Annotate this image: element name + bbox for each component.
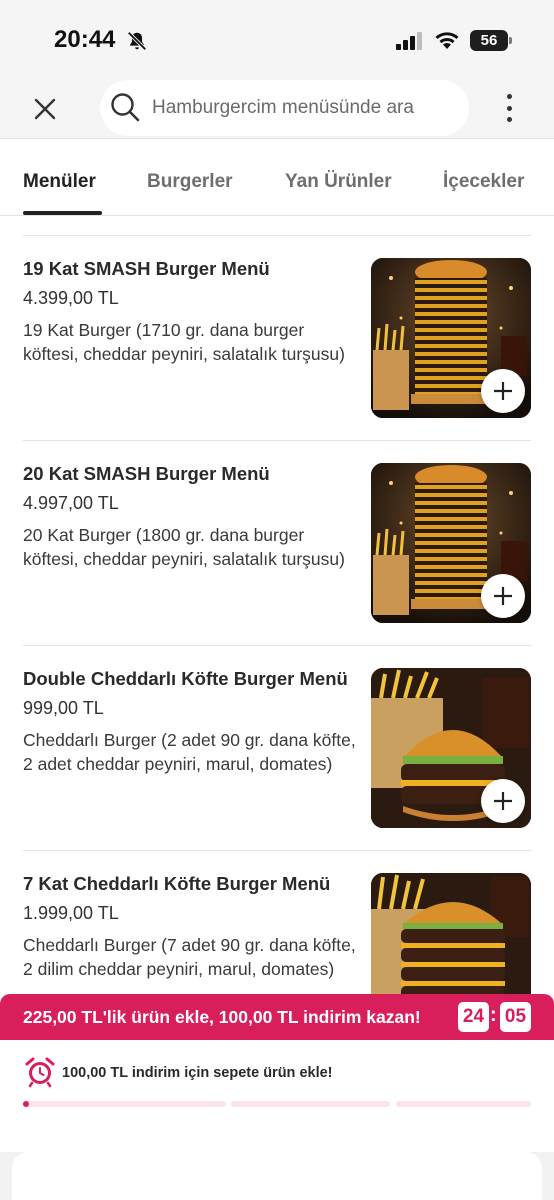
alarm-clock-icon [25,1057,55,1088]
tab-burgerler[interactable]: Burgerler [147,171,233,193]
product-description: 19 Kat Burger (1710 gr. dana burger köft… [23,320,345,364]
product-item[interactable]: 20 Kat SMASH Burger Menü 4.997,00 TL 20 … [0,441,554,646]
promo-banner[interactable]: 225,00 TL'lik ürün ekle, 100,00 TL indir… [0,994,554,1040]
close-icon [34,98,56,120]
wifi-icon [435,32,459,49]
search-input[interactable] [152,80,452,136]
tab-menuler[interactable]: Menüler [23,171,96,193]
product-price: 4.399,00 TL [23,288,119,308]
bell-off-icon [127,31,147,51]
battery-indicator: 56 [470,30,512,51]
timer-minutes: 05 [500,1002,531,1032]
tab-icecekler[interactable]: İçecekler [443,171,524,193]
bottom-sheet [12,1152,542,1200]
timer-separator: : [490,1004,497,1026]
discount-progress-bar [23,1101,226,1107]
more-dot-icon [506,94,512,99]
status-time: 20:44 [54,26,116,53]
product-name: 7 Kat Cheddarlı Köfte Burger Menü [23,873,331,894]
product-name: Double Cheddarlı Köfte Burger Menü [23,668,348,689]
more-options-button[interactable] [498,90,520,126]
product-item[interactable]: 19 Kat SMASH Burger Menü 4.399,00 TL 19 … [0,236,554,441]
search-header [0,80,554,138]
plus-icon [494,792,512,810]
discount-notice: 100,00 TL indirim için sepete ürün ekle! [0,1040,554,1152]
timer-hours: 24 [458,1002,489,1032]
bottom-area [0,1152,554,1200]
search-box[interactable] [100,80,469,136]
tab-yan-urunler[interactable]: Yan Ürünler [285,171,392,193]
product-description: Cheddarlı Burger (2 adet 90 gr. dana köf… [23,730,356,774]
more-dot-icon [506,105,512,111]
notice-text: 100,00 TL indirim için sepete ürün ekle! [62,1065,333,1081]
search-icon [111,93,140,122]
add-to-cart-button[interactable] [481,574,525,618]
product-description: 20 Kat Burger (1800 gr. dana burger köft… [23,525,345,569]
more-dot-icon [506,117,512,122]
progress-fill [23,1101,29,1107]
status-bar: 20:44 56 [0,0,554,80]
product-price: 1.999,00 TL [23,903,119,923]
product-description: Cheddarlı Burger (7 adet 90 gr. dana köf… [23,935,356,979]
product-price: 999,00 TL [23,698,104,718]
progress-segment [396,1101,531,1107]
plus-icon [494,587,512,605]
product-name: 20 Kat SMASH Burger Menü [23,463,270,484]
promo-text: 225,00 TL'lik ürün ekle, 100,00 TL indir… [23,1007,421,1027]
plus-icon [494,382,512,400]
add-to-cart-button[interactable] [481,369,525,413]
progress-segment [231,1101,390,1107]
product-name: 19 Kat SMASH Burger Menü [23,258,270,279]
add-to-cart-button[interactable] [481,779,525,823]
cellular-signal-icon [396,32,422,50]
product-price: 4.997,00 TL [23,493,119,513]
product-item[interactable]: Double Cheddarlı Köfte Burger Menü 999,0… [0,646,554,851]
active-tab-indicator [23,211,102,215]
close-button[interactable] [28,92,62,126]
category-tabs: Menüler Burgerler Yan Ürünler İçecekler [0,138,554,216]
